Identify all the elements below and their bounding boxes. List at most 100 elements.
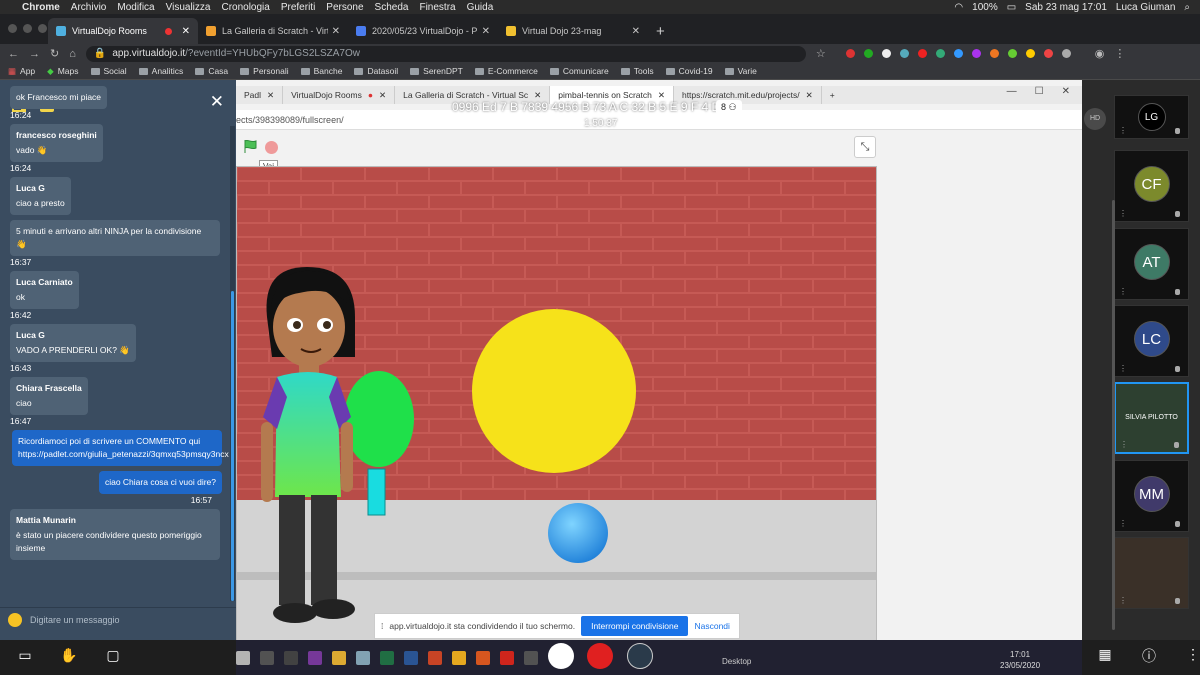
participant-tile[interactable]: CF ⋮ (1114, 150, 1189, 222)
tab-virtualdojo-rooms[interactable]: VirtualDojo Rooms ✕ (48, 18, 198, 44)
extension-icon[interactable] (1061, 49, 1071, 58)
green-flag-icon[interactable] (244, 140, 257, 153)
tab-virtual-dojo-23-mag[interactable]: Virtual Dojo 23-mag ✕ (498, 18, 648, 44)
bookmark-ecommerce[interactable]: E-Commerce (474, 66, 538, 76)
menu-scheda[interactable]: Scheda (375, 2, 409, 13)
participant-tile[interactable]: LC ⋮ (1114, 305, 1189, 377)
url-bar[interactable]: 🔒 app.virtualdojo.it /?eventId=YHUbQFy7b… (85, 45, 806, 62)
participant-tile[interactable]: MM ⋮ (1114, 460, 1189, 532)
close-tab-icon[interactable]: ✕ (482, 26, 490, 37)
tab-virtualdojo-pd[interactable]: 2020/05/23 VirtualDojo - PD ✕ (348, 18, 498, 44)
menu-visualizza[interactable]: Visualizza (166, 2, 211, 13)
menu-cronologia[interactable]: Cronologia (221, 2, 269, 13)
tile-menu-icon[interactable]: ⋮ (1119, 519, 1127, 528)
extension-icon[interactable] (1025, 49, 1035, 58)
menu-archivio[interactable]: Archivio (71, 2, 107, 13)
exit-fullscreen-icon[interactable]: ⤡ (854, 136, 876, 158)
extension-icon[interactable] (953, 49, 963, 58)
more-options-icon[interactable]: ⋮ (1182, 646, 1200, 666)
participant-count-badge[interactable]: 8 ⚇ (716, 100, 742, 115)
back-icon[interactable]: ← (8, 48, 19, 60)
call-timer: 1:50:37 (584, 118, 618, 129)
stop-icon[interactable] (265, 141, 278, 154)
tile-menu-icon[interactable]: ⋮ (1119, 209, 1127, 218)
self-avatar[interactable]: HD (1084, 108, 1106, 130)
bookmark-comunicare[interactable]: Comunicare (549, 66, 609, 76)
microphone-button[interactable] (548, 643, 574, 669)
extension-icon[interactable] (917, 49, 927, 58)
bookmark-datasoil[interactable]: Datasoil (354, 66, 398, 76)
menu-guida[interactable]: Guida (467, 2, 494, 13)
bookmark-serendpt[interactable]: SerenDPT (410, 66, 463, 76)
scratch-stage[interactable] (236, 166, 877, 646)
tile-menu-icon[interactable]: ⋮ (1119, 364, 1127, 373)
close-tab-icon[interactable]: ✕ (182, 26, 190, 37)
message-input[interactable]: Digitare un messaggio (0, 607, 236, 631)
tile-menu-icon[interactable]: ⋮ (1119, 287, 1127, 296)
window-controls[interactable] (8, 24, 47, 33)
tile-menu-icon[interactable]: ⋮ (1119, 126, 1127, 135)
hide-banner-button[interactable]: Nascondi (694, 621, 729, 631)
bookmark-analitics[interactable]: Analitics (138, 66, 183, 76)
stop-sharing-button[interactable]: Interrompi condivisione (581, 616, 689, 636)
extension-icon[interactable] (989, 49, 999, 58)
extension-icon[interactable] (881, 49, 891, 58)
reload-icon[interactable]: ↻ (50, 47, 59, 60)
participants-scrollbar[interactable] (1112, 200, 1115, 630)
clock[interactable]: Sab 23 mag 17:01 (1025, 2, 1107, 13)
search-icon[interactable]: ⌕ (1184, 2, 1190, 13)
menu-persone[interactable]: Persone (326, 2, 363, 13)
chat-scrollbar[interactable] (230, 126, 235, 601)
extension-icon[interactable] (971, 49, 981, 58)
bookmark-varie[interactable]: Varie (724, 66, 757, 76)
extension-icon[interactable] (1007, 49, 1017, 58)
bookmark-covid19[interactable]: Covid-19 (665, 66, 713, 76)
emoji-icon[interactable] (8, 612, 22, 627)
new-tab-button[interactable]: + (656, 23, 665, 40)
tab-galleria-scratch[interactable]: La Galleria di Scratch - Virtual ✕ (198, 18, 348, 44)
menu-preferiti[interactable]: Preferiti (281, 2, 315, 13)
blue-ball (548, 503, 608, 563)
battery-level[interactable]: 100% (972, 2, 998, 13)
home-icon[interactable]: ⌂ (69, 48, 76, 60)
close-tab-icon[interactable]: ✕ (332, 26, 340, 37)
bookmark-personali[interactable]: Personali (240, 66, 289, 76)
extension-icon[interactable] (899, 49, 909, 58)
chat-message: Mattia Munarin è stato un piacere condivi… (10, 509, 230, 561)
participant-tile[interactable]: LG ⋮ (1114, 95, 1189, 139)
camera-off-button[interactable] (627, 643, 653, 669)
hang-up-button[interactable] (587, 643, 613, 669)
user-name[interactable]: Luca Giuman (1116, 2, 1175, 13)
menu-modifica[interactable]: Modifica (117, 2, 154, 13)
wifi-icon[interactable]: ◠ (954, 2, 963, 13)
bookmark-maps[interactable]: ◆ Maps (47, 66, 78, 77)
grid-view-icon[interactable]: ▦ (1094, 646, 1116, 666)
chrome-menu-icon[interactable]: ⋮ (1114, 47, 1125, 60)
tile-menu-icon[interactable]: ⋮ (1119, 596, 1127, 605)
forward-icon[interactable]: → (29, 48, 40, 60)
menu-finestra[interactable]: Finestra (419, 2, 455, 13)
close-tab-icon[interactable]: ✕ (632, 26, 640, 37)
raise-hand-icon[interactable]: ✋ (58, 647, 80, 667)
bookmark-app[interactable]: ▦ App (8, 66, 35, 77)
drag-handle-icon[interactable]: ⁞ (381, 621, 383, 631)
participant-tile[interactable]: ⋮ (1114, 537, 1189, 609)
extension-icon[interactable] (1043, 49, 1053, 58)
extension-icon[interactable] (863, 49, 873, 58)
participant-tile[interactable]: SILVIA PILOTTO ⋮ (1114, 382, 1189, 454)
menu-chrome[interactable]: Chrome (22, 2, 60, 13)
bookmark-tools[interactable]: Tools (620, 66, 654, 76)
profile-avatar-icon[interactable]: ◉ (1095, 47, 1105, 60)
bookmark-star-icon[interactable]: ☆ (816, 47, 826, 60)
bookmark-social[interactable]: Social (90, 66, 127, 76)
participant-tile[interactable]: AT ⋮ (1114, 228, 1189, 300)
participant-avatar: LC (1133, 321, 1170, 357)
extension-icon[interactable] (935, 49, 945, 58)
extension-icon[interactable] (845, 49, 855, 58)
bookmark-banche[interactable]: Banche (300, 66, 342, 76)
info-icon[interactable]: ⓘ (1138, 646, 1160, 666)
chat-bubble-icon[interactable]: ▢ (102, 647, 124, 667)
bookmark-casa[interactable]: Casa (195, 66, 228, 76)
screen-share-icon[interactable]: ▭ (14, 647, 36, 667)
tile-menu-icon[interactable]: ⋮ (1120, 440, 1128, 449)
